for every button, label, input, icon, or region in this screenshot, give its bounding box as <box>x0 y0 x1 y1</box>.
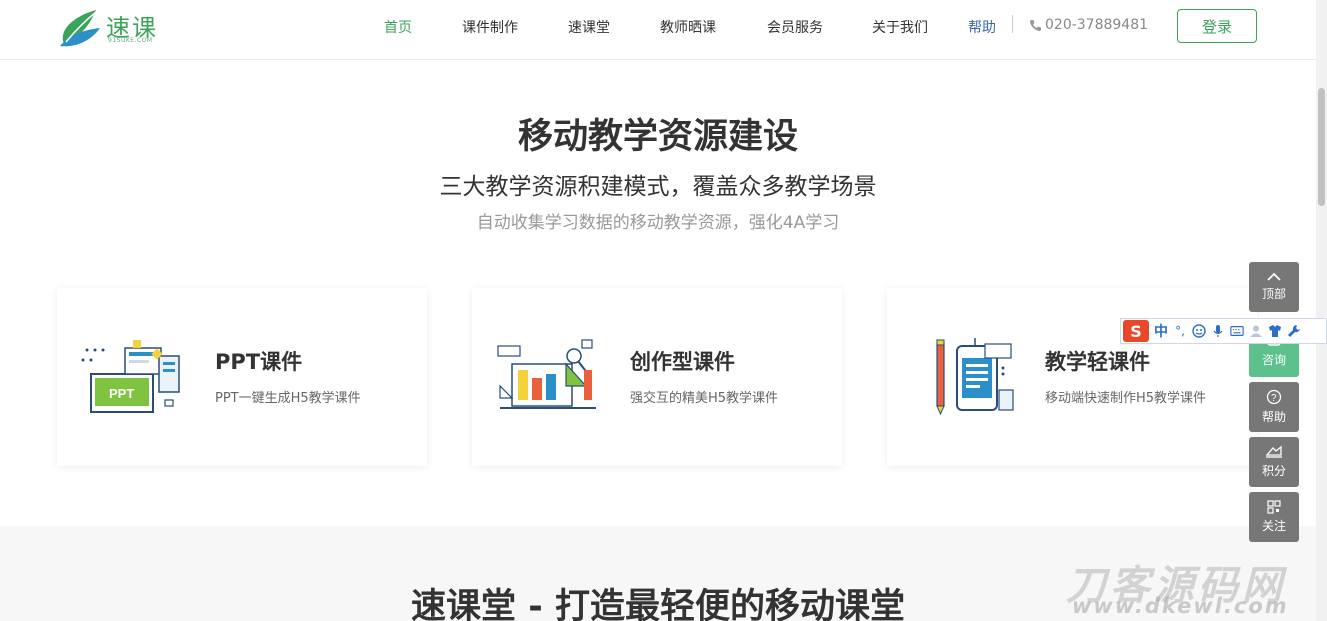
chevron-up-icon <box>1267 272 1281 281</box>
leaf-logo-icon <box>60 10 100 47</box>
card-title: PPT课件 <box>215 350 303 374</box>
card-title: 创作型课件 <box>630 350 735 374</box>
nav-courseware[interactable]: 课件制作 <box>462 17 518 37</box>
nav-classroom[interactable]: 速课堂 <box>568 17 610 37</box>
card-light-courseware[interactable]: 教学轻课件 移动端快速制作H5教学课件 <box>887 288 1257 466</box>
creative-illustration-icon <box>497 339 596 409</box>
card-ppt-courseware[interactable]: PPT PPT课件 PPT一键生成H5教学课件 <box>57 288 427 466</box>
nav-teacher-showcase[interactable]: 教师晒课 <box>660 17 716 37</box>
card-description: 强交互的精美H5教学课件 <box>630 391 779 406</box>
ime-language[interactable]: 中 <box>1154 321 1168 341</box>
nav-help[interactable]: 帮助 <box>968 17 996 37</box>
logo-subtitle: 91SUKE.COM <box>108 37 153 44</box>
side-label: 积分 <box>1261 464 1286 478</box>
emoji-icon[interactable] <box>1192 324 1206 338</box>
side-label: 关注 <box>1261 519 1286 533</box>
ime-toolbar: S 中 °, <box>1120 318 1327 344</box>
keyboard-icon[interactable] <box>1230 324 1244 338</box>
card-description: PPT一键生成H5教学课件 <box>215 391 361 406</box>
points-button[interactable]: 积分 <box>1249 437 1299 487</box>
back-to-top-button[interactable]: 顶部 <box>1249 262 1299 312</box>
section-description: 自动收集学习数据的移动教学资源，强化4A学习 <box>476 213 840 233</box>
points-icon <box>1265 445 1282 458</box>
light-courseware-illustration-icon <box>936 338 1014 416</box>
follow-button[interactable]: 关注 <box>1249 492 1299 542</box>
scrollbar-thumb[interactable] <box>1318 88 1325 206</box>
card-creative-courseware[interactable]: 创作型课件 强交互的精美H5教学课件 <box>472 288 842 466</box>
side-label: 帮助 <box>1261 410 1286 424</box>
nav-about[interactable]: 关于我们 <box>872 17 928 37</box>
nav-divider <box>1012 15 1013 33</box>
section-subtitle: 三大教学资源积建模式，覆盖众多教学场景 <box>439 174 877 200</box>
user-icon[interactable] <box>1249 324 1263 338</box>
wrench-icon[interactable] <box>1287 324 1301 338</box>
ime-punctuation[interactable]: °, <box>1173 324 1187 338</box>
login-button[interactable]: 登录 <box>1177 9 1257 43</box>
microphone-icon[interactable] <box>1211 324 1225 338</box>
ppt-illustration-icon: PPT <box>81 340 180 413</box>
svg-text:?: ? <box>1271 393 1277 404</box>
card-title: 教学轻课件 <box>1045 350 1150 374</box>
phone-contact: 020-37889481 <box>1029 17 1148 33</box>
nav-home[interactable]: 首页 <box>384 17 412 37</box>
phone-icon <box>1029 19 1041 31</box>
help-button[interactable]: ? 帮助 <box>1249 382 1299 432</box>
section-title: 移动教学资源建设 <box>517 117 798 157</box>
ime-logo[interactable]: S <box>1123 320 1149 342</box>
question-icon: ? <box>1266 389 1282 405</box>
card-description: 移动端快速制作H5教学课件 <box>1045 391 1207 406</box>
nav-membership[interactable]: 会员服务 <box>767 17 823 37</box>
side-label: 咨询 <box>1261 353 1286 367</box>
ppt-badge: PPT <box>109 386 134 401</box>
site-header: 速课 91SUKE.COM 首页 课件制作 速课堂 教师晒课 会员服务 关于我们… <box>0 0 1316 60</box>
side-label: 顶部 <box>1261 287 1286 301</box>
phone-number: 020-37889481 <box>1045 17 1149 33</box>
skin-icon[interactable] <box>1268 324 1282 338</box>
watermark-url: www.dkewl.com <box>1072 594 1289 618</box>
qrcode-icon <box>1267 500 1281 514</box>
